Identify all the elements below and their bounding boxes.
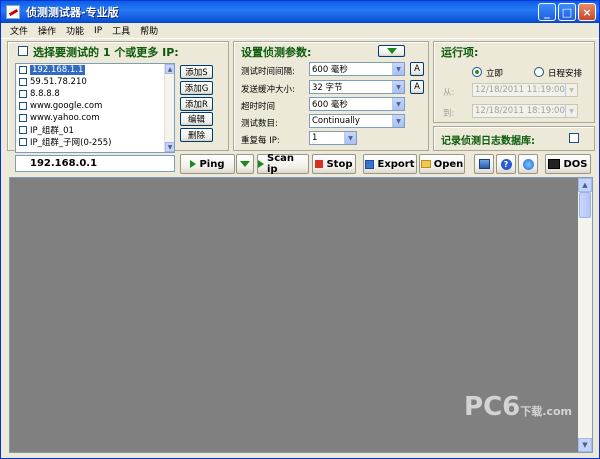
list-item[interactable]: www.yahoo.com xyxy=(16,112,174,124)
export-icon xyxy=(365,159,375,169)
buffer-auto-button[interactable]: A xyxy=(410,80,424,94)
network-icon xyxy=(478,159,490,169)
add-g-button[interactable]: 添加G xyxy=(180,81,213,95)
dos-button[interactable]: DOS xyxy=(545,154,591,174)
stop-icon xyxy=(315,160,324,168)
menu-function[interactable]: 功能 xyxy=(61,24,89,37)
terminal-icon xyxy=(548,159,561,169)
edit-button[interactable]: 编辑 xyxy=(180,112,213,126)
output-area[interactable]: ▲ ▼ PC6下载.com xyxy=(9,177,593,453)
from-datetime[interactable]: 12/18/2011 11:19:00 ▼ xyxy=(472,83,578,97)
chevron-down-icon: ▼ xyxy=(565,105,577,117)
open-button[interactable]: Open xyxy=(419,154,465,174)
run-now-label: 立即 xyxy=(486,69,504,79)
chevron-down-icon: ▼ xyxy=(392,63,404,75)
interval-select[interactable]: 600 毫秒 ▼ xyxy=(309,62,405,76)
export-button[interactable]: Export xyxy=(363,154,417,174)
repeat-label: 重复每 IP: xyxy=(241,136,280,146)
add-s-button[interactable]: 添加S xyxy=(180,65,213,79)
buffer-label: 发送缓冲大小: xyxy=(241,85,295,95)
window-title: 侦测测试器-专业版 xyxy=(26,6,119,19)
menu-tools[interactable]: 工具 xyxy=(107,24,135,37)
list-item[interactable]: 192.168.1.1 xyxy=(16,64,174,76)
scroll-down-icon[interactable]: ▼ xyxy=(165,142,174,152)
scroll-up-icon[interactable]: ▲ xyxy=(165,64,174,74)
run-schedule-radio[interactable] xyxy=(534,67,544,77)
chevron-down-icon: ▼ xyxy=(344,132,356,144)
log-checkbox[interactable] xyxy=(569,133,579,143)
timeout-label: 超时时间 xyxy=(241,102,276,112)
ping-button[interactable]: Ping xyxy=(180,154,235,174)
menu-help[interactable]: 帮助 xyxy=(135,24,163,37)
chevron-down-icon: ▼ xyxy=(392,81,404,93)
interval-auto-button[interactable]: A xyxy=(410,62,424,76)
add-r-button[interactable]: 添加R xyxy=(180,97,213,111)
delete-button[interactable]: 删除 xyxy=(180,128,213,142)
close-button[interactable]: × xyxy=(578,3,596,21)
repeat-select[interactable]: 1 ▼ xyxy=(309,131,357,145)
list-item[interactable]: 59.51.78.210 xyxy=(16,76,174,88)
params-dropdown-button[interactable] xyxy=(378,45,405,57)
run-schedule-label: 日程安排 xyxy=(548,69,583,79)
menu-file[interactable]: 文件 xyxy=(5,24,33,37)
watermark-logo: PC6下载.com xyxy=(464,392,572,422)
to-label: 到: xyxy=(443,109,455,119)
play-icon xyxy=(190,160,197,168)
target-ip-input[interactable]: 192.168.0.1 xyxy=(15,155,175,172)
scroll-thumb[interactable] xyxy=(579,192,591,218)
ie-icon xyxy=(522,158,534,170)
maximize-button[interactable]: □ xyxy=(558,3,576,21)
list-item[interactable]: www.google.com xyxy=(16,100,174,112)
list-item[interactable]: 8.8.8.8 xyxy=(16,88,174,100)
scan-ip-button[interactable]: Scan ip xyxy=(257,153,309,175)
help-icon: ? xyxy=(500,158,512,170)
chevron-down-icon: ▼ xyxy=(392,115,404,127)
item-checkbox[interactable] xyxy=(19,138,27,146)
count-select[interactable]: Continually ▼ xyxy=(309,114,405,128)
from-label: 从: xyxy=(443,88,455,98)
scroll-up-icon[interactable]: ▲ xyxy=(578,178,592,192)
menu-bar: 文件 操作 功能 IP 工具 帮助 xyxy=(1,23,599,39)
ping-dropdown-button[interactable] xyxy=(236,154,254,174)
app-window: 侦测测试器-专业版 _ □ × 文件 操作 功能 IP 工具 帮助 选择要测试的… xyxy=(0,0,600,459)
count-label: 测试数目: xyxy=(241,119,278,129)
chevron-down-icon xyxy=(240,161,250,167)
chevron-down-icon: ▼ xyxy=(565,84,577,96)
run-now-radio[interactable] xyxy=(472,67,482,77)
item-checkbox[interactable] xyxy=(19,90,27,98)
ip-list[interactable]: 192.168.1.1 59.51.78.210 8.8.8.8 www.goo… xyxy=(15,63,175,153)
log-label: 记录侦测日志数据库: xyxy=(441,136,535,147)
stop-button[interactable]: Stop xyxy=(312,154,356,174)
menu-operate[interactable]: 操作 xyxy=(33,24,61,37)
select-ip-checkbox[interactable] xyxy=(18,46,28,56)
run-title: 运行项: xyxy=(441,46,479,59)
item-checkbox[interactable] xyxy=(19,66,27,74)
app-icon xyxy=(6,5,20,19)
title-bar: 侦测测试器-专业版 _ □ × xyxy=(1,1,599,23)
scroll-down-icon[interactable]: ▼ xyxy=(578,438,592,452)
help-button[interactable]: ? xyxy=(496,154,516,174)
network-button[interactable] xyxy=(474,154,494,174)
play-icon xyxy=(258,160,264,168)
buffer-select[interactable]: 32 字节 ▼ xyxy=(309,80,405,94)
item-checkbox[interactable] xyxy=(19,102,27,110)
browser-button[interactable] xyxy=(518,154,538,174)
ip-panel-title: 选择要测试的 1 个或更多 IP: xyxy=(33,46,179,59)
list-scrollbar[interactable]: ▲ ▼ xyxy=(164,64,174,152)
interval-label: 测试时间间隔: xyxy=(241,67,295,77)
list-item[interactable]: IP_组群_子网(0-255) xyxy=(16,136,174,148)
item-checkbox[interactable] xyxy=(19,114,27,122)
to-datetime[interactable]: 12/18/2011 18:19:00 ▼ xyxy=(472,104,578,118)
item-checkbox[interactable] xyxy=(19,78,27,86)
params-title: 设置侦测参数: xyxy=(241,46,312,59)
folder-icon xyxy=(420,160,431,168)
chevron-down-icon xyxy=(386,48,397,54)
output-scrollbar[interactable]: ▲ ▼ xyxy=(578,178,592,452)
minimize-button[interactable]: _ xyxy=(538,3,556,21)
timeout-select[interactable]: 600 毫秒 ▼ xyxy=(309,97,405,111)
menu-ip[interactable]: IP xyxy=(89,26,107,36)
chevron-down-icon: ▼ xyxy=(392,98,404,110)
item-checkbox[interactable] xyxy=(19,126,27,134)
list-item[interactable]: IP_组群_01 xyxy=(16,124,174,136)
